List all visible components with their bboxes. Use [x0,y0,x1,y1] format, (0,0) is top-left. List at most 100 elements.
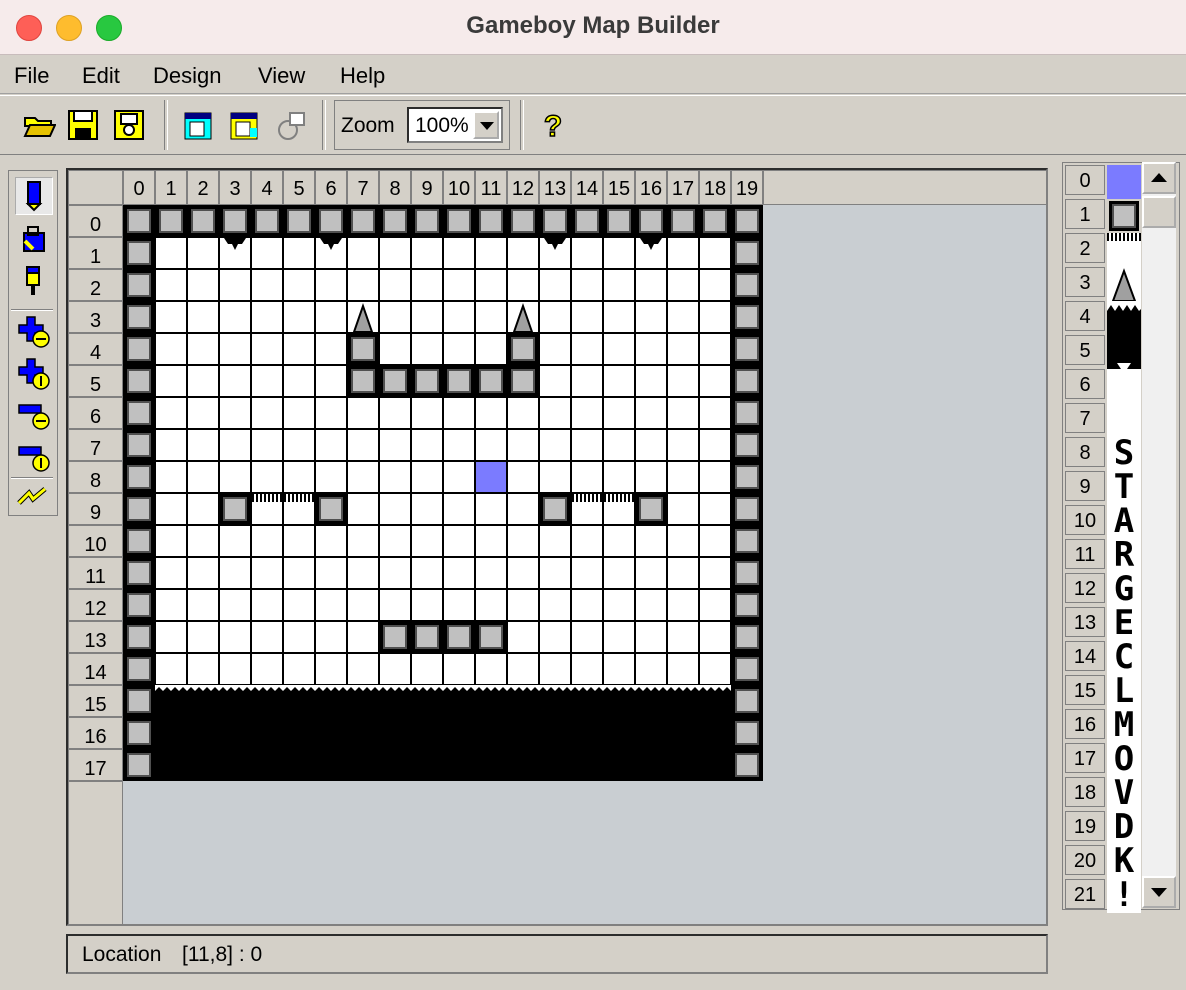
scroll-down-button[interactable] [1142,876,1176,908]
floor-tile[interactable] [635,557,667,589]
floor-tile[interactable] [155,333,187,365]
floor-tile[interactable] [603,461,635,493]
floor-tile[interactable] [507,493,539,525]
ground-tile[interactable] [443,749,475,781]
palette-index[interactable]: 21 [1065,879,1105,909]
floor-tile[interactable] [155,621,187,653]
floor-tile[interactable] [603,653,635,685]
floor-tile[interactable] [347,621,379,653]
wall-tile[interactable] [219,493,251,525]
bridge-tile[interactable] [603,493,635,525]
wall-tile[interactable] [315,493,347,525]
floor-tile[interactable] [283,333,315,365]
delete-row-icon[interactable] [15,397,51,433]
ground-tile[interactable] [603,717,635,749]
floor-tile[interactable] [283,269,315,301]
ground-tile[interactable] [635,717,667,749]
floor-tile[interactable] [187,333,219,365]
map-canvas[interactable]: 0 1 2 3 4 5 6 7 8 9 10 11 12 13 14 15 16 17 18 19 0 1 2 3 4 5 6 7 8 9… [66,168,1048,926]
ground-tile[interactable] [667,749,699,781]
floor-tile[interactable] [283,653,315,685]
ground-tile[interactable] [379,749,411,781]
palette-index[interactable]: 5 [1065,335,1105,365]
floor-tile[interactable] [187,621,219,653]
floor-tile[interactable] [507,589,539,621]
floor-tile[interactable] [219,333,251,365]
wall-tile[interactable] [635,205,667,237]
floor-tile[interactable] [699,461,731,493]
zoom-select[interactable]: 100% [407,107,503,143]
wall-tile[interactable] [731,621,763,653]
ground-tile[interactable] [539,749,571,781]
floor-tile[interactable] [187,237,219,269]
floor-tile[interactable] [571,365,603,397]
floor-tile[interactable] [603,333,635,365]
floor-tile[interactable] [635,653,667,685]
palette-tile-letter[interactable]: G [1107,571,1141,607]
palette-tile-wall[interactable] [1107,199,1141,233]
wall-tile[interactable] [347,333,379,365]
floor-tile[interactable] [251,269,283,301]
floor-tile[interactable] [187,365,219,397]
floor-tile[interactable] [315,621,347,653]
floor-tile[interactable] [411,301,443,333]
wall-tile[interactable] [731,365,763,397]
floor-tile[interactable] [315,333,347,365]
floor-tile[interactable] [475,333,507,365]
floor-tile[interactable] [539,333,571,365]
wall-tile[interactable] [315,205,347,237]
insert-row-icon[interactable] [15,313,51,349]
floor-tile[interactable] [411,333,443,365]
floor-tile[interactable] [219,269,251,301]
palette-index[interactable]: 17 [1065,743,1105,773]
palette-tile-letter[interactable]: ! [1107,877,1141,913]
floor-tile[interactable] [539,461,571,493]
floor-tile[interactable] [667,269,699,301]
wall-tile[interactable] [475,205,507,237]
ground-tile[interactable] [443,685,475,717]
floor-tile[interactable] [347,493,379,525]
ground-tile[interactable] [507,685,539,717]
scroll-up-button[interactable] [1142,162,1176,194]
floor-tile[interactable] [603,301,635,333]
floor-tile[interactable] [667,557,699,589]
wall-tile[interactable] [411,365,443,397]
floor-tile[interactable] [187,301,219,333]
floor-tile[interactable] [283,365,315,397]
wall-tile[interactable] [507,333,539,365]
palette-tile-letter[interactable]: K [1107,843,1141,879]
floor-tile[interactable] [571,589,603,621]
wall-tile[interactable] [539,205,571,237]
floor-tile[interactable] [699,525,731,557]
floor-tile[interactable] [539,653,571,685]
wall-tile[interactable] [123,269,155,301]
floor-tile[interactable] [283,429,315,461]
floor-tile[interactable] [219,653,251,685]
floor-tile[interactable] [443,429,475,461]
wall-tile[interactable] [187,205,219,237]
floor-tile[interactable] [571,397,603,429]
floor-tile[interactable] [251,525,283,557]
floor-tile[interactable] [571,301,603,333]
ground-tile[interactable] [571,717,603,749]
bridge-tile[interactable] [571,493,603,525]
palette-tile-bridge[interactable] [1107,233,1141,267]
ceiling-drip-tile[interactable] [539,237,571,269]
wall-tile[interactable] [731,301,763,333]
floor-tile[interactable] [315,589,347,621]
floor-tile[interactable] [315,653,347,685]
floor-tile[interactable] [667,429,699,461]
floor-tile[interactable] [411,557,443,589]
palette-index[interactable]: 7 [1065,403,1105,433]
floor-tile[interactable] [699,429,731,461]
floor-tile[interactable] [635,461,667,493]
ground-tile[interactable] [219,685,251,717]
wall-tile[interactable] [283,205,315,237]
spike-tile[interactable] [347,301,379,333]
ground-tile[interactable] [603,685,635,717]
floor-tile[interactable] [635,589,667,621]
ground-tile[interactable] [539,685,571,717]
floor-tile[interactable] [187,557,219,589]
open-folder-icon[interactable] [22,108,57,142]
floor-tile[interactable] [667,525,699,557]
